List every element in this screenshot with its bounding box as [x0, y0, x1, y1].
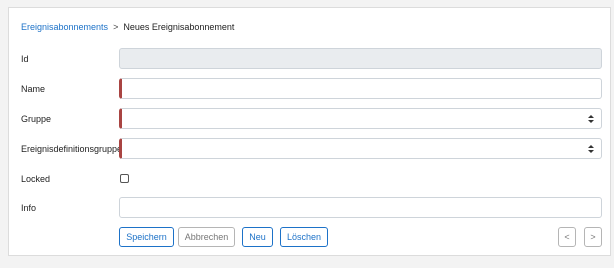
select-arrows-icon — [588, 145, 594, 153]
ereignisdefinitionsgruppe-select[interactable] — [119, 138, 602, 159]
form-row-info: Info — [9, 197, 612, 219]
info-input[interactable] — [119, 197, 602, 218]
ereignisdefinitionsgruppe-label: Ereignisdefinitionsgruppe — [21, 144, 123, 154]
breadcrumb-separator: > — [113, 22, 119, 32]
cancel-button[interactable]: Abbrechen — [178, 227, 235, 247]
name-label: Name — [21, 84, 46, 94]
form-row-locked: Locked — [9, 168, 612, 190]
form-row-name: Name — [9, 78, 612, 100]
gruppe-select[interactable] — [119, 108, 602, 129]
next-button[interactable]: > — [584, 227, 602, 247]
locked-label: Locked — [21, 174, 51, 184]
form-row-gruppe: Gruppe — [9, 108, 612, 130]
select-arrows-icon — [588, 115, 594, 123]
breadcrumb-current: Neues Ereignisabonnement — [123, 22, 235, 32]
save-button[interactable]: Speichern — [119, 227, 174, 247]
action-bar: Speichern Abbrechen Neu Löschen < > — [9, 227, 612, 249]
id-field — [119, 48, 602, 69]
breadcrumb-link-ereignisabonnements[interactable]: Ereignisabonnements — [21, 22, 108, 32]
gruppe-label: Gruppe — [21, 114, 52, 124]
new-button[interactable]: Neu — [242, 227, 273, 247]
form-row-id: Id — [9, 48, 612, 70]
delete-button[interactable]: Löschen — [280, 227, 328, 247]
form-row-ereignisdefinitionsgruppe: Ereignisdefinitionsgruppe — [9, 138, 612, 160]
name-input[interactable] — [119, 78, 602, 99]
breadcrumb: Ereignisabonnements > Neues Ereignisabonne… — [21, 22, 234, 32]
previous-button[interactable]: < — [558, 227, 576, 247]
id-label: Id — [21, 54, 29, 64]
locked-checkbox[interactable] — [120, 174, 129, 183]
form-card: Ereignisabonnements > Neues Ereignisabonne… — [8, 7, 611, 256]
info-label: Info — [21, 203, 37, 213]
